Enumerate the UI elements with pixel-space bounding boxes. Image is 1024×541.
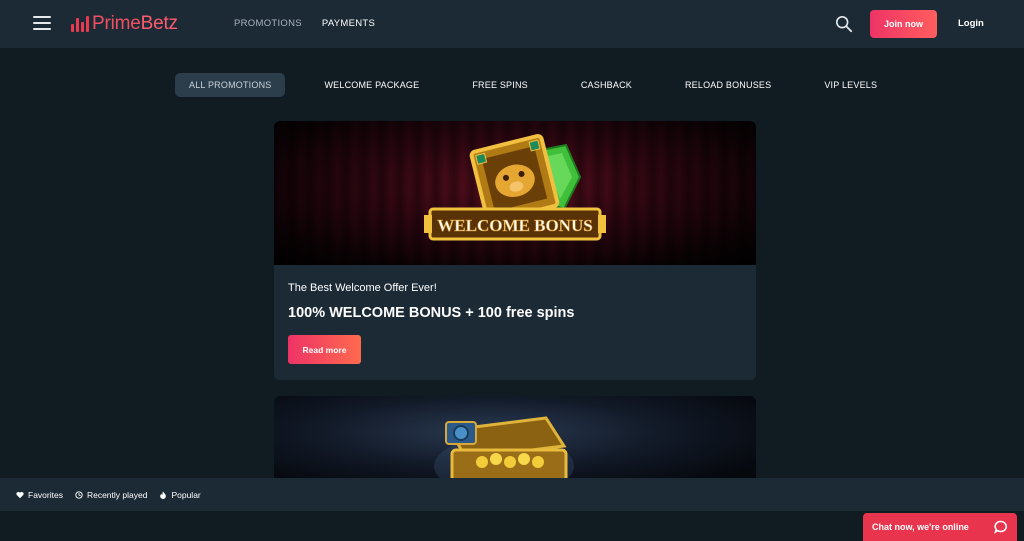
- logo-bars-icon: [71, 16, 89, 32]
- search-icon[interactable]: [835, 15, 853, 33]
- brand-logo[interactable]: PrimeBetz: [71, 13, 178, 35]
- login-button[interactable]: Login: [958, 18, 984, 29]
- popular-label: Popular: [171, 489, 201, 500]
- recently-played-link[interactable]: Recently played: [75, 490, 147, 500]
- chat-icon: [994, 520, 1007, 534]
- recently-played-label: Recently played: [86, 489, 148, 500]
- clock-icon: [75, 490, 83, 499]
- bottom-quick-bar: Favorites Recently played Popular: [0, 478, 1024, 511]
- tab-reload-bonuses[interactable]: RELOAD BONUSES: [671, 73, 785, 97]
- piggy-bank-illustration: WELCOME BONUS: [424, 134, 606, 241]
- nav-promotions[interactable]: PROMOTIONS: [234, 18, 302, 29]
- banner-welcome-text: WELCOME BONUS: [437, 216, 592, 235]
- chat-widget[interactable]: Chat now, we're online: [863, 513, 1017, 541]
- promotion-tabs: ALL PROMOTIONS WELCOME PACKAGE FREE SPIN…: [175, 73, 891, 97]
- promo-subtitle: The Best Welcome Offer Ever!: [288, 282, 437, 294]
- promo-title: 100% WELCOME BONUS + 100 free spins: [288, 305, 575, 321]
- read-more-button[interactable]: Read more: [288, 335, 361, 364]
- treasure-chest-illustration: [434, 416, 574, 486]
- promo-card-treasure: [274, 396, 756, 486]
- nav-payments[interactable]: PAYMENTS: [322, 18, 375, 29]
- tab-all-promotions[interactable]: ALL PROMOTIONS: [175, 73, 286, 97]
- welcome-bonus-banner[interactable]: WELCOME BONUS: [274, 121, 756, 265]
- tab-vip-levels[interactable]: VIP LEVELS: [810, 73, 891, 97]
- favorites-label: Favorites: [28, 489, 63, 500]
- heart-icon: [16, 491, 24, 498]
- treasure-chest-banner[interactable]: [274, 396, 756, 486]
- tab-free-spins[interactable]: FREE SPINS: [458, 73, 542, 97]
- top-nav: PROMOTIONS PAYMENTS: [234, 18, 375, 29]
- logo-text: PrimeBetz: [92, 13, 178, 34]
- menu-icon[interactable]: [33, 16, 51, 30]
- promo-card-welcome: WELCOME BONUS The Best Welcome Offer Eve…: [274, 121, 756, 380]
- favorites-link[interactable]: Favorites: [16, 490, 63, 500]
- chat-label: Chat now, we're online: [872, 522, 969, 532]
- tab-welcome-package[interactable]: WELCOME PACKAGE: [310, 73, 433, 97]
- tab-cashback[interactable]: CASHBACK: [567, 73, 646, 97]
- join-now-button[interactable]: Join now: [870, 10, 937, 38]
- top-header: PrimeBetz PROMOTIONS PAYMENTS Join now L…: [0, 0, 1024, 48]
- popular-link[interactable]: Popular: [159, 489, 201, 500]
- flame-icon: [160, 490, 167, 499]
